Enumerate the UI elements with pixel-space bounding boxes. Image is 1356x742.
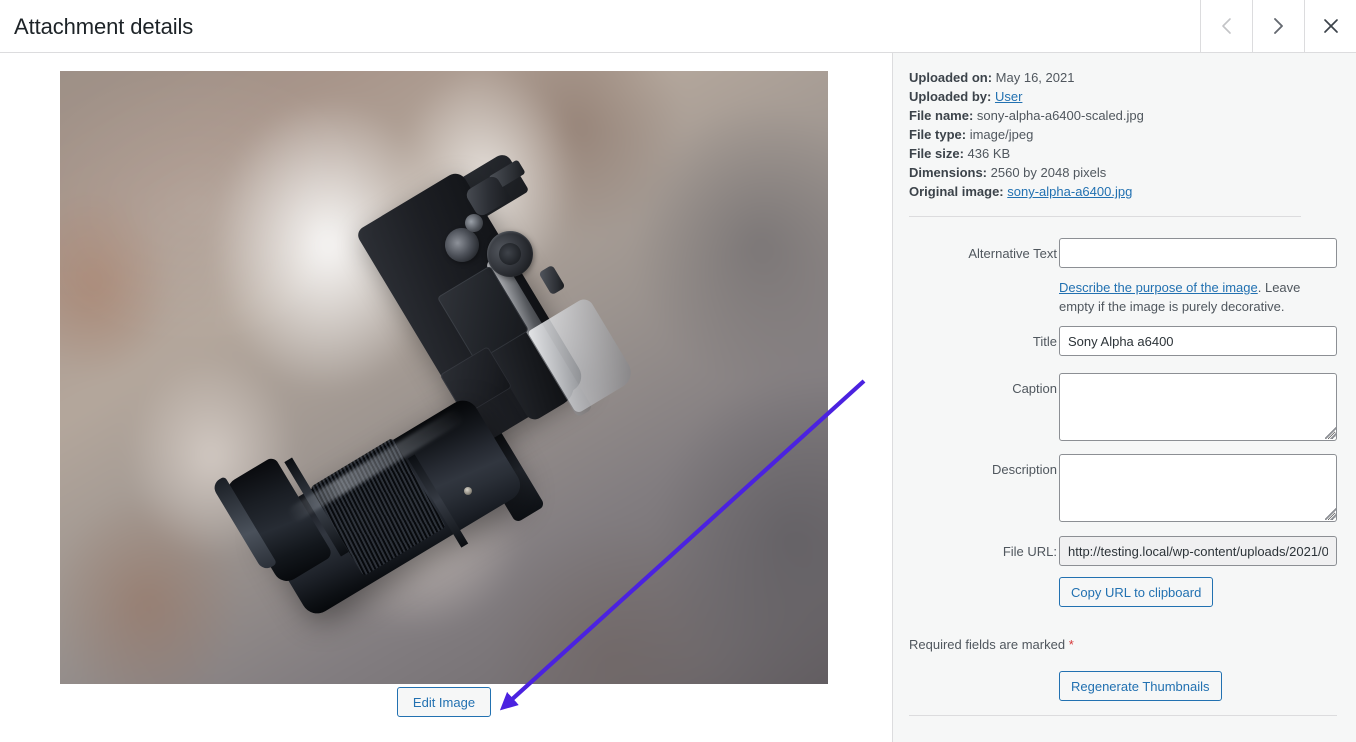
meta-uploaded-on: Uploaded on: May 16, 2021 [909,68,1329,87]
file-url-label: File URL: [909,543,1057,561]
original-image-link[interactable]: sony-alpha-a6400.jpg [1007,184,1132,199]
next-attachment-button[interactable] [1252,0,1304,52]
meta-uploaded-by: Uploaded by: User [909,87,1329,106]
caption-resize-handle[interactable] [1325,427,1337,439]
description-textarea[interactable] [1059,454,1337,522]
meta-original-image: Original image: sony-alpha-a6400.jpg [909,182,1329,201]
attachment-details-modal: Attachment details [0,0,1356,742]
describe-purpose-link[interactable]: Describe the purpose of the image [1059,280,1258,295]
meta-uploaded-on-value: May 16, 2021 [996,70,1075,85]
meta-file-type-value: image/jpeg [970,127,1034,142]
copy-url-button[interactable]: Copy URL to clipboard [1059,577,1213,607]
modal-header: Attachment details [0,0,1356,53]
field-description: Description [893,454,1356,527]
meta-file-size-value: 436 KB [968,146,1011,161]
meta-file-name-label: File name: [909,108,973,123]
attachment-metadata: Uploaded on: May 16, 2021 Uploaded by: U… [909,68,1329,201]
field-caption: Caption [893,373,1356,446]
meta-original-image-label: Original image: [909,184,1004,199]
meta-file-type-label: File type: [909,127,966,142]
title-label: Title [909,333,1057,351]
meta-uploaded-on-label: Uploaded on: [909,70,992,85]
chevron-left-icon [1220,16,1233,36]
alt-text-label: Alternative Text [909,245,1057,263]
title-input[interactable] [1059,326,1337,356]
description-resize-handle[interactable] [1325,508,1337,520]
edit-image-button[interactable]: Edit Image [397,687,491,717]
caption-textarea[interactable] [1059,373,1337,441]
header-button-group [1200,0,1356,52]
regenerate-thumbnails-button[interactable]: Regenerate Thumbnails [1059,671,1222,701]
close-icon [1322,17,1340,35]
required-fields-text: Required fields are marked [909,637,1065,652]
meta-dimensions-label: Dimensions: [909,165,987,180]
page-title: Attachment details [14,13,193,41]
meta-file-size-label: File size: [909,146,964,161]
meta-dimensions-value: 2560 by 2048 pixels [991,165,1107,180]
alt-text-helper: Describe the purpose of the image. Leave… [1059,278,1329,316]
meta-file-name: File name: sony-alpha-a6400-scaled.jpg [909,106,1329,125]
footer-divider [909,715,1337,716]
close-button[interactable] [1304,0,1356,52]
meta-file-size: File size: 436 KB [909,144,1329,163]
alt-text-input[interactable] [1059,238,1337,268]
meta-dimensions: Dimensions: 2560 by 2048 pixels [909,163,1329,182]
attachment-details-pane: Uploaded on: May 16, 2021 Uploaded by: U… [892,53,1356,742]
media-preview-pane: Edit Image [0,53,892,742]
metadata-divider [909,216,1301,217]
attachment-image [60,71,828,684]
chevron-right-icon [1272,16,1285,36]
required-fields-note: Required fields are marked * [909,636,1074,654]
uploaded-by-link[interactable]: User [995,89,1022,104]
meta-file-name-value: sony-alpha-a6400-scaled.jpg [977,108,1144,123]
file-url-input[interactable] [1059,536,1337,566]
meta-uploaded-by-label: Uploaded by: [909,89,991,104]
previous-attachment-button[interactable] [1200,0,1252,52]
required-asterisk: * [1069,637,1074,652]
description-label: Description [909,461,1057,479]
meta-file-type: File type: image/jpeg [909,125,1329,144]
caption-label: Caption [909,380,1057,398]
camera-illustration [60,71,828,684]
